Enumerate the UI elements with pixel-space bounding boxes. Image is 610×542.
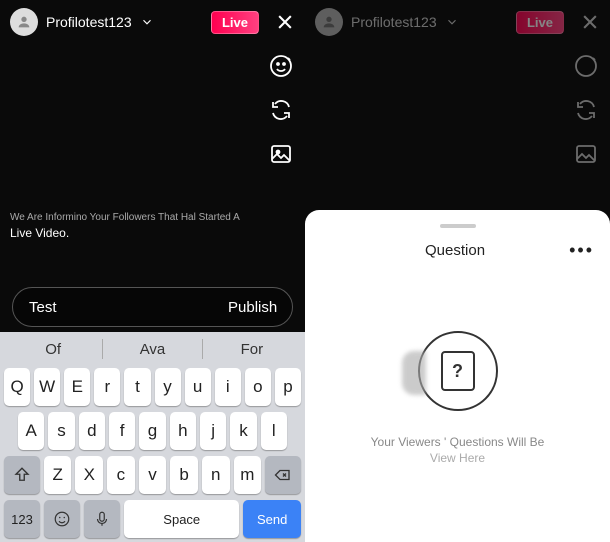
- key[interactable]: j: [200, 412, 226, 450]
- header: Profilotest123 Live: [305, 0, 610, 44]
- key[interactable]: o: [245, 368, 271, 406]
- publish-button[interactable]: Publish: [228, 299, 277, 316]
- key[interactable]: Q: [4, 368, 30, 406]
- send-key[interactable]: Send: [243, 500, 301, 538]
- side-tools: [574, 54, 598, 166]
- key[interactable]: b: [170, 456, 198, 494]
- key[interactable]: u: [185, 368, 211, 406]
- emoji-key[interactable]: [44, 500, 80, 538]
- key-row: A s d f g h j k l: [4, 412, 301, 450]
- questions-header: Question •••: [305, 240, 610, 271]
- mic-key[interactable]: [84, 500, 120, 538]
- username-label: Profilotest123: [46, 14, 132, 30]
- key[interactable]: s: [48, 412, 74, 450]
- key-row: Q W E r t y u i o p: [4, 368, 301, 406]
- questions-text: View Here: [430, 451, 485, 465]
- key[interactable]: Z: [44, 456, 72, 494]
- avatar[interactable]: [315, 8, 343, 36]
- key[interactable]: i: [215, 368, 241, 406]
- gallery-icon[interactable]: [574, 142, 598, 166]
- live-badge: Live: [516, 11, 564, 34]
- questions-body: ? Your Viewers ' Questions Will Be View …: [305, 271, 610, 465]
- switch-camera-icon[interactable]: [269, 98, 293, 122]
- key[interactable]: v: [139, 456, 167, 494]
- key[interactable]: l: [261, 412, 287, 450]
- avatar[interactable]: [10, 8, 38, 36]
- gallery-icon[interactable]: [269, 142, 293, 166]
- questions-title: Question: [341, 242, 569, 259]
- key[interactable]: y: [155, 368, 181, 406]
- backspace-key[interactable]: [265, 456, 301, 494]
- key[interactable]: d: [79, 412, 105, 450]
- questions-text: Your Viewers ' Questions Will Be: [371, 435, 545, 449]
- face-filter-icon[interactable]: [269, 54, 293, 78]
- key[interactable]: m: [234, 456, 262, 494]
- info-text: We Are Informino Your Followers That Hal…: [10, 211, 240, 242]
- key[interactable]: c: [107, 456, 135, 494]
- right-screen: Profilotest123 Live Question ••• ? Your …: [305, 0, 610, 542]
- question-mark-icon: ?: [441, 351, 475, 391]
- suggestion[interactable]: Of: [4, 341, 102, 358]
- key[interactable]: k: [230, 412, 256, 450]
- more-icon[interactable]: •••: [569, 240, 594, 261]
- chevron-down-icon[interactable]: [140, 15, 154, 29]
- header: Profilotest123 Live: [0, 0, 305, 44]
- suggestion-bar: Of Ava For: [4, 336, 301, 362]
- key[interactable]: n: [202, 456, 230, 494]
- key[interactable]: r: [94, 368, 120, 406]
- key[interactable]: X: [75, 456, 103, 494]
- mode-key[interactable]: 123: [4, 500, 40, 538]
- questions-illustration: ?: [418, 331, 498, 411]
- key-row: 123 Space Send: [4, 500, 301, 538]
- key[interactable]: W: [34, 368, 60, 406]
- suggestion[interactable]: Ava: [103, 341, 201, 358]
- key-row: Z X c v b n m: [4, 456, 301, 494]
- close-icon[interactable]: [275, 12, 295, 32]
- key[interactable]: A: [18, 412, 44, 450]
- comment-bar: Publish: [12, 287, 293, 327]
- face-filter-icon[interactable]: [574, 54, 598, 78]
- key[interactable]: h: [170, 412, 196, 450]
- side-tools: [269, 54, 293, 166]
- key[interactable]: p: [275, 368, 301, 406]
- chevron-down-icon[interactable]: [445, 15, 459, 29]
- switch-camera-icon[interactable]: [574, 98, 598, 122]
- space-key[interactable]: Space: [124, 500, 239, 538]
- drag-handle[interactable]: [440, 224, 476, 228]
- key[interactable]: E: [64, 368, 90, 406]
- keyboard: Of Ava For Q W E r t y u i o p A s d f g…: [0, 332, 305, 542]
- key[interactable]: g: [139, 412, 165, 450]
- username-label: Profilotest123: [351, 14, 437, 30]
- info-line: Live Video.: [10, 225, 240, 242]
- live-badge: Live: [211, 11, 259, 34]
- key[interactable]: t: [124, 368, 150, 406]
- questions-panel: Question ••• ? Your Viewers ' Questions …: [305, 210, 610, 542]
- comment-input[interactable]: [29, 299, 228, 316]
- left-screen: Profilotest123 Live We Are Informino You…: [0, 0, 305, 542]
- info-line: We Are Informino Your Followers That Hal…: [10, 211, 240, 225]
- suggestion[interactable]: For: [203, 341, 301, 358]
- shift-key[interactable]: [4, 456, 40, 494]
- close-icon[interactable]: [580, 12, 600, 32]
- key[interactable]: f: [109, 412, 135, 450]
